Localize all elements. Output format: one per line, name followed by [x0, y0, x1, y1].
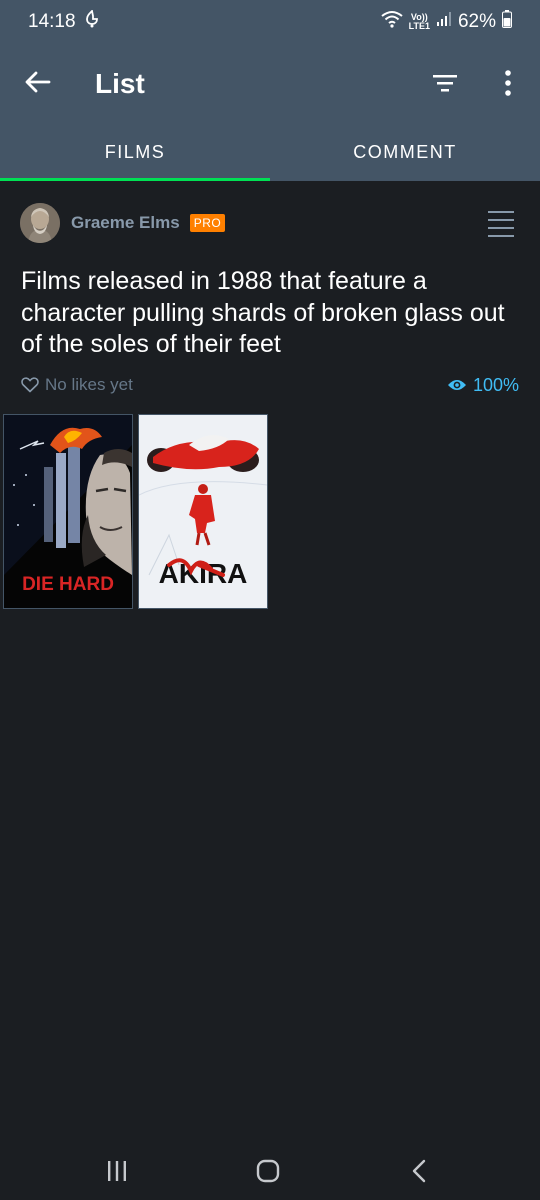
- list-meta: No likes yet 100%: [21, 373, 519, 397]
- top-app-area: 14:18 Vo)) LTE1 62% List FILMS COMMENT: [0, 0, 540, 181]
- tab-films[interactable]: FILMS: [0, 124, 270, 181]
- battery-icon: [502, 10, 512, 34]
- film-poster-die-hard[interactable]: DIE HARD: [3, 414, 133, 609]
- watched-value: 100%: [472, 374, 519, 395]
- filter-button[interactable]: [428, 66, 462, 100]
- home-icon: [256, 1159, 280, 1183]
- signal-icon: [436, 11, 452, 33]
- watched-percentage: 100%: [447, 375, 519, 396]
- author-name[interactable]: Graeme Elms: [71, 213, 180, 233]
- menu-line: [488, 227, 514, 229]
- more-vertical-icon: [505, 70, 511, 96]
- recent-apps-button[interactable]: [97, 1158, 137, 1184]
- heart-icon: [21, 377, 39, 393]
- author-row: Graeme Elms PRO: [20, 201, 520, 245]
- chevron-left-icon: [412, 1159, 426, 1183]
- menu-line: [488, 235, 514, 237]
- page-title: List: [95, 68, 145, 99]
- likes[interactable]: No likes yet: [21, 375, 133, 395]
- list-menu-button[interactable]: [488, 211, 514, 237]
- tab-bar: FILMS COMMENT: [0, 124, 540, 181]
- film-grid: DIE HARD AKIRA: [3, 414, 268, 609]
- status-bar: 14:18 Vo)) LTE1 62%: [0, 0, 540, 44]
- system-back-button[interactable]: [399, 1158, 439, 1184]
- system-navigation-bar: [0, 1140, 540, 1200]
- app-bar: List: [0, 52, 540, 116]
- tab-comment[interactable]: COMMENT: [270, 124, 540, 181]
- menu-line: [488, 211, 514, 213]
- recent-apps-icon: [108, 1161, 126, 1181]
- menu-line: [488, 219, 514, 221]
- wifi-icon: [381, 10, 403, 34]
- filter-icon: [433, 75, 457, 92]
- eye-icon: [447, 380, 466, 390]
- avatar[interactable]: [20, 203, 60, 243]
- pro-badge: PRO: [189, 214, 226, 232]
- likes-label: No likes yet: [45, 375, 133, 394]
- film-poster-akira[interactable]: AKIRA: [138, 414, 268, 609]
- notification-icon: [84, 9, 100, 34]
- home-button[interactable]: [248, 1158, 288, 1184]
- list-title: Films released in 1988 that feature a ch…: [21, 267, 505, 358]
- more-options-button[interactable]: [494, 66, 522, 100]
- status-time: 14:18: [28, 11, 76, 32]
- poster-title-die-hard: DIE HARD: [22, 574, 114, 595]
- battery-percent: 62%: [457, 11, 496, 32]
- network-type: Vo)) LTE1: [408, 12, 430, 31]
- back-button[interactable]: [22, 66, 54, 98]
- arrow-left-icon: [25, 71, 51, 93]
